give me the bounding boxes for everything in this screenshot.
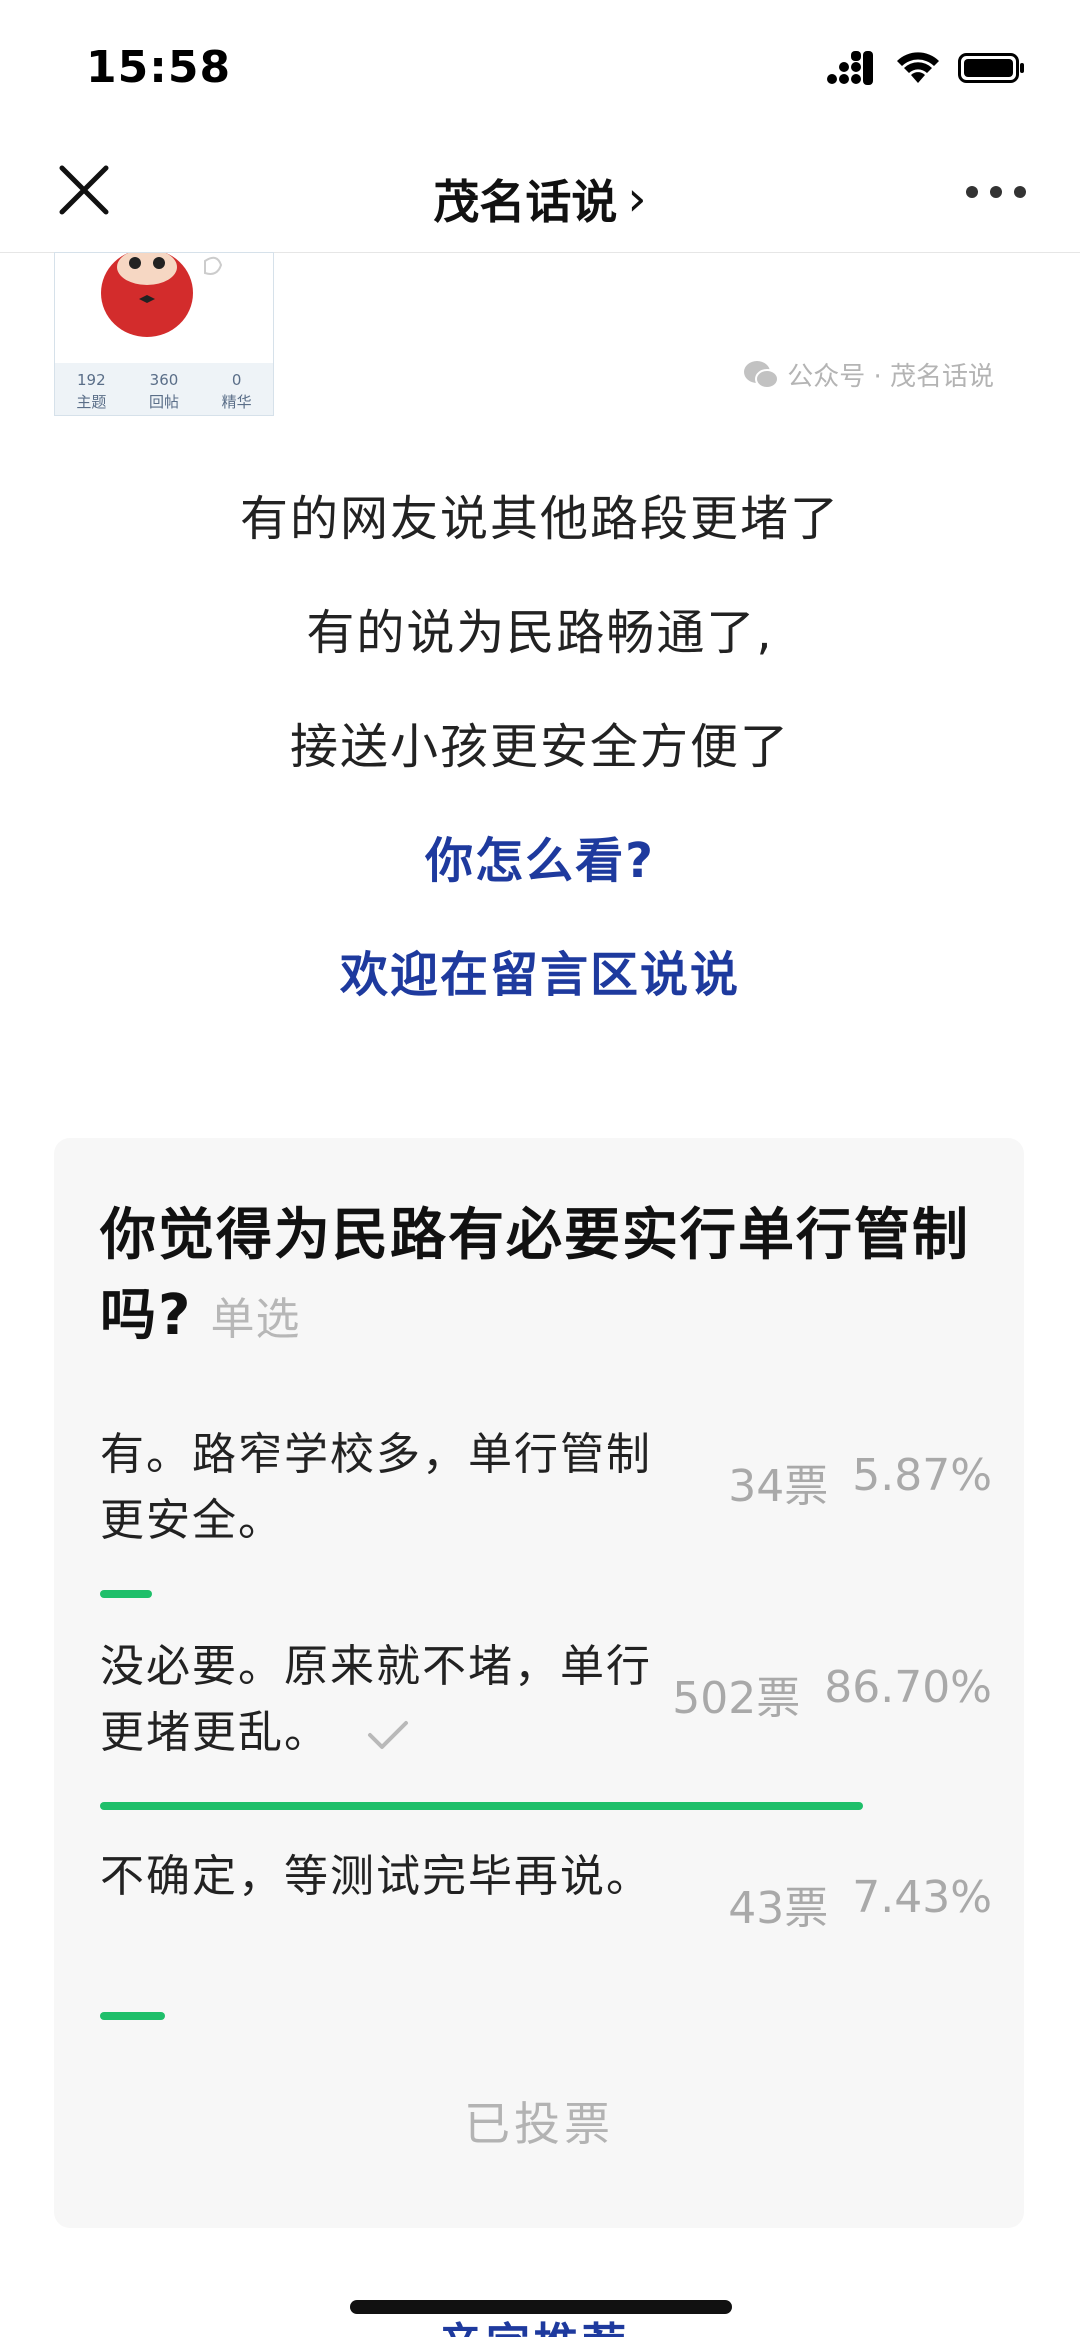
- vote-option[interactable]: 不确定，等测试完毕再说。 43票 7.43%: [100, 1844, 992, 2020]
- stat-featured: 0 精华: [221, 371, 252, 411]
- more-icon[interactable]: [964, 182, 1028, 202]
- vote-bar-track: [100, 2012, 980, 2020]
- status-icons: [826, 48, 1026, 88]
- vote-option-text: 有。路窄学校多，单行管制更安全。: [100, 1429, 652, 1546]
- nav-title-area[interactable]: 茂名话说 ›: [0, 166, 1080, 232]
- article-line: 有的说为民路畅通了,: [306, 605, 774, 661]
- vote-percent: 5.87%: [852, 1450, 992, 1501]
- vote-card: 你觉得为民路有必要实行单行管制吗? 单选 有。路窄学校多，单行管制更安全。 34票…: [54, 1138, 1024, 2228]
- vote-type-label: 单选: [210, 1294, 301, 1345]
- vote-option-text: 没必要。原来就不堵，单行更堵更乱。: [100, 1641, 652, 1758]
- forum-stats: 192 主题 360 回帖 0 精华: [55, 369, 273, 413]
- vote-question: 你觉得为民路有必要实行单行管制吗? 单选: [100, 1196, 1000, 1360]
- watermark-text: 公众号 · 茂名话说: [787, 362, 994, 392]
- vote-option-text: 不确定，等测试完毕再说。: [100, 1851, 652, 1902]
- article-emphasis-line: 欢迎在留言区说说: [339, 947, 740, 1003]
- vote-percent: 86.70%: [824, 1662, 992, 1713]
- vote-bar-fill: [100, 1802, 863, 1810]
- forum-profile-image: 192 主题 360 回帖 0 精华: [54, 252, 274, 416]
- home-indicator[interactable]: [350, 2300, 732, 2314]
- battery-icon: [958, 53, 1024, 83]
- vote-count: 43票: [728, 1883, 829, 1934]
- vote-option-stats: 43票 7.43%: [728, 1872, 992, 1936]
- stat-topics: 192 主题: [76, 371, 107, 411]
- wechat-icon: [744, 360, 780, 389]
- stat-replies: 360 回帖: [148, 371, 179, 411]
- vote-option-stats: 34票 5.87%: [728, 1450, 992, 1514]
- cellular-signal-icon: [827, 51, 873, 85]
- watermark: 公众号 · 茂名话说: [743, 356, 994, 393]
- article-line: 有的网友说其他路段更堵了: [239, 491, 840, 547]
- vote-option[interactable]: 有。路窄学校多，单行管制更安全。 34票 5.87%: [100, 1422, 992, 1598]
- vote-option[interactable]: 没必要。原来就不堵，单行更堵更乱。 502票 86.70%: [100, 1634, 992, 1810]
- vote-status-label: 已投票: [464, 2097, 614, 2151]
- wifi-icon: [897, 52, 939, 83]
- nav-bar: 茂名话说 ›: [0, 140, 1080, 253]
- vote-count: 502票: [672, 1673, 801, 1724]
- status-bar: 15:58: [0, 0, 1080, 140]
- vote-bar-fill: [100, 1590, 152, 1598]
- vote-option-stats: 502票 86.70%: [672, 1662, 992, 1726]
- status-time: 15:58: [86, 42, 232, 93]
- article-emphasis-line: 你怎么看?: [425, 833, 655, 889]
- vote-bar-fill: [100, 2012, 166, 2020]
- vote-percent: 7.43%: [852, 1872, 992, 1923]
- vote-count: 34票: [728, 1461, 829, 1512]
- article-line: 接送小孩更安全方便了: [289, 719, 790, 775]
- vote-bar-track: [100, 1802, 980, 1810]
- article-body: 有的网友说其他路段更堵了 有的说为民路畅通了, 接送小孩更安全方便了 你怎么看?…: [0, 490, 1080, 1060]
- page-title[interactable]: 茂名话说: [433, 166, 617, 232]
- avatar-illustration: [55, 253, 273, 363]
- vote-bar-track: [100, 1590, 980, 1598]
- chevron-right-icon: ›: [627, 171, 647, 227]
- checkmark-icon: [368, 1721, 408, 1749]
